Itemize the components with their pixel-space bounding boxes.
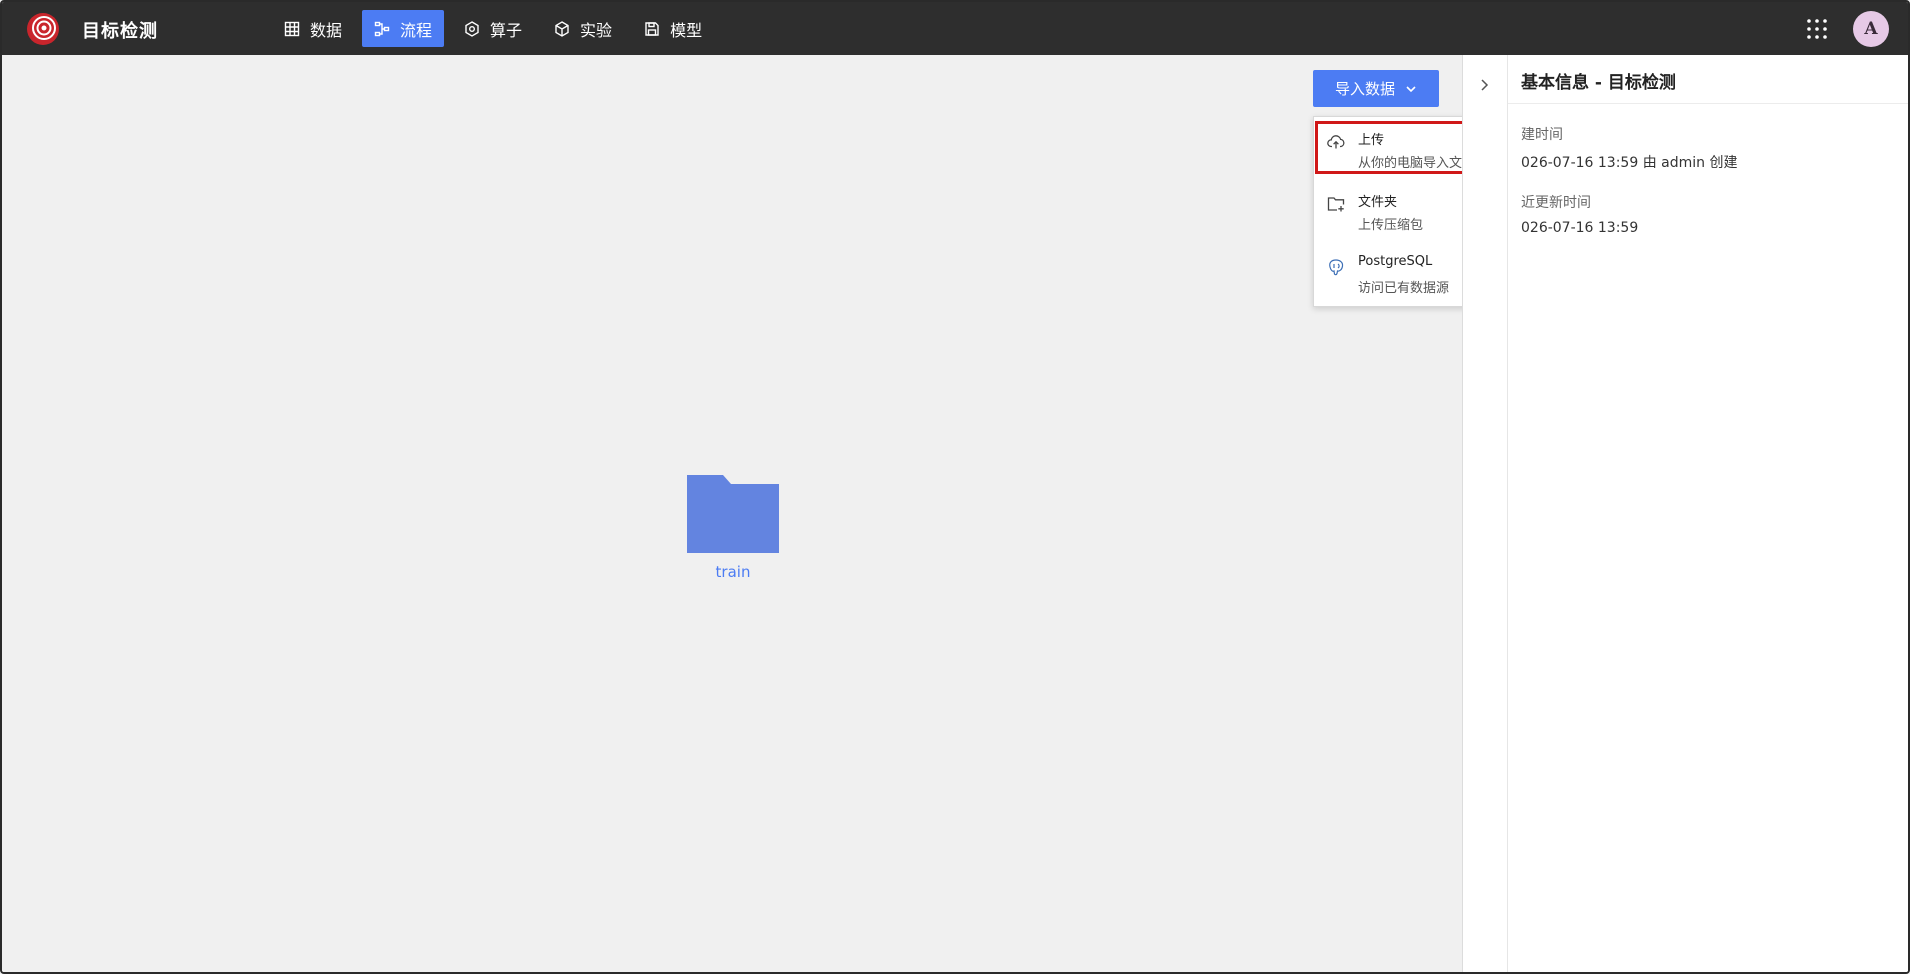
nav-item-label: 模型 [670,20,703,40]
nav-item-label: 实验 [580,20,613,40]
chevron-down-icon [1406,85,1416,92]
updated-time-label: 近更新时间 [1521,195,1591,211]
nav-item-flow[interactable]: 流程 [362,10,445,47]
nav-item-experiment[interactable]: 实验 [542,10,624,47]
cube-icon [555,20,569,37]
nav-item-label: 流程 [400,20,433,40]
nav-item-operator[interactable]: 算子 [452,10,534,47]
save-icon [645,21,659,36]
info-panel-title: 基本信息 - 目标检测 [1521,73,1676,93]
chevron-right-icon[interactable] [1476,77,1492,93]
nav-item-data[interactable]: 数据 [272,10,354,47]
menu-item-title: 上传 [1358,133,1385,148]
menu-item-subtitle: 从你的电脑导入文件 [1358,156,1476,171]
top-bar: 目标检测 数据 流程 算子 实验 模型 A [2,2,1908,55]
menu-item-subtitle: 上传压缩包 [1358,218,1424,233]
nav-item-label: 算子 [490,20,523,40]
nav-item-model[interactable]: 模型 [632,10,714,47]
hexagon-icon [465,20,479,37]
menu-item-title: 文件夹 [1358,195,1398,210]
table-icon [284,21,300,36]
app-title: 目标检测 [82,21,158,42]
panel-toggle-strip [1462,55,1508,972]
avatar[interactable]: A [1853,11,1889,47]
created-time-label: 建时间 [1521,127,1563,143]
divider [1508,103,1908,104]
folder-label[interactable]: train [702,563,764,581]
import-data-button[interactable]: 导入数据 [1313,70,1439,107]
main-nav: 数据 流程 算子 实验 模型 [272,10,722,47]
cloud-upload-icon [1327,135,1345,149]
menu-item-subtitle: 访问已有数据源 [1358,281,1450,296]
postgresql-icon [1329,259,1344,276]
updated-time-value: 026-07-16 13:59 [1521,220,1639,236]
folder-add-icon [1327,197,1345,212]
apps-grid-icon[interactable] [1806,18,1828,40]
folder-icon[interactable] [687,475,779,553]
menu-item-title: PostgreSQL [1358,254,1433,269]
nav-item-label: 数据 [310,20,343,40]
created-time-value: 026-07-16 13:59 由 admin 创建 [1521,155,1738,171]
app-window: 目标检测 数据 流程 算子 实验 模型 A train 导入数据 上传 从你的电… [0,0,1910,974]
flow-icon [374,21,390,36]
logo-icon [27,13,59,45]
import-data-label: 导入数据 [1334,80,1395,98]
